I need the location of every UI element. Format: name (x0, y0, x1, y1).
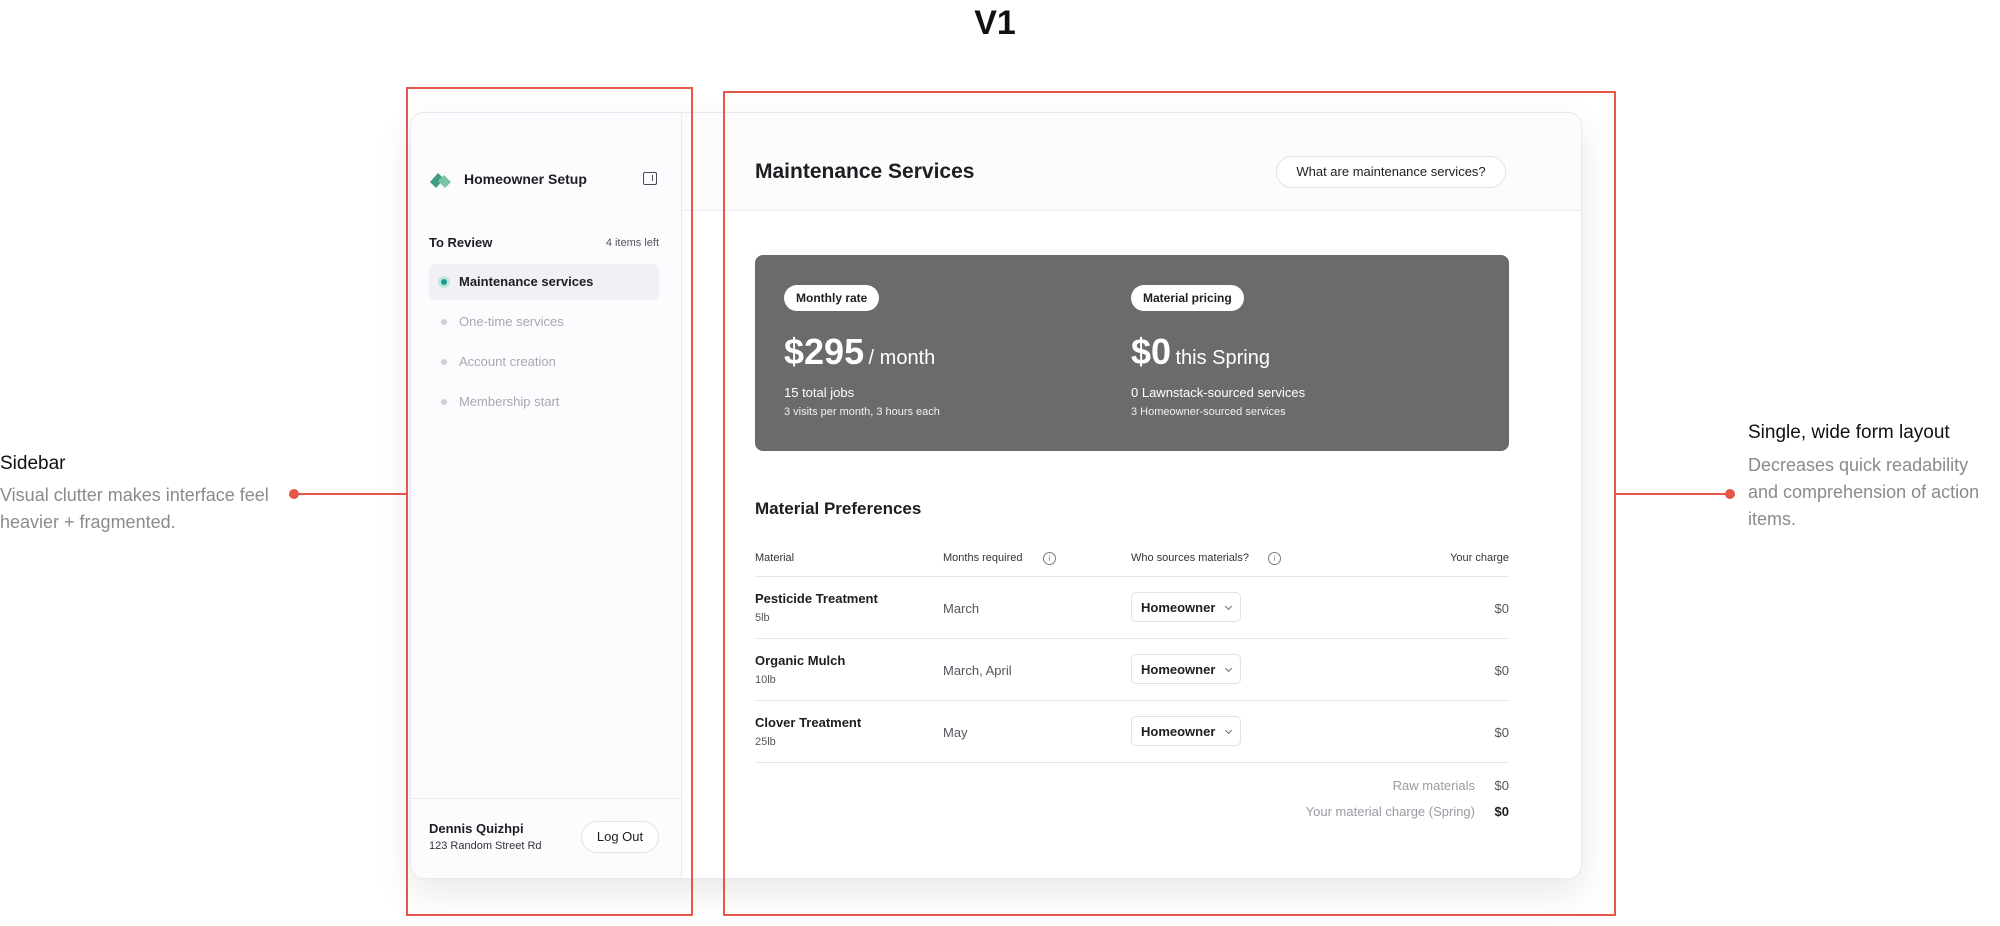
column-header-months: Months required (943, 552, 1023, 564)
section-title: Material Preferences (755, 499, 922, 518)
months-required: March (943, 601, 980, 616)
source-select[interactable]: Homeowner (1131, 716, 1241, 746)
material-name: Clover Treatment (755, 715, 862, 730)
help-button[interactable]: What are maintenance services? (1276, 156, 1506, 188)
material-pricing-unit: this Spring (1175, 347, 1271, 369)
material-pricing-amount-group: $0 this Spring (1131, 331, 1270, 373)
annotation-sidebar-title: Sidebar (0, 453, 66, 474)
table-row: Organic Mulch 10lb March, April Homeowne… (755, 639, 1509, 700)
annotation-layout-title: Single, wide form layout (1748, 422, 1950, 443)
material-sourced-lawnstack: 0 Lawnstack-sourced services (1131, 385, 1306, 400)
table-divider (755, 762, 1509, 763)
annotation-sidebar-body: Visual clutter makes interface feel heav… (0, 485, 269, 532)
annotation-layout-dot (1725, 489, 1735, 499)
main-content: Maintenance Services What are maintenanc… (410, 112, 1580, 877)
table-row: Clover Treatment 25lb May Homeowner $0 (755, 701, 1509, 762)
chevron-down-icon (1224, 664, 1233, 673)
monthly-jobs-total: 15 total jobs (784, 385, 855, 400)
total-value-raw-materials: $0 (1494, 778, 1509, 793)
annotation-layout-connector (1615, 493, 1730, 495)
source-select[interactable]: Homeowner (1131, 592, 1241, 622)
table-row: Pesticide Treatment 5lb March Homeowner … (755, 577, 1509, 638)
source-select[interactable]: Homeowner (1131, 654, 1241, 684)
material-weight: 10lb (755, 674, 776, 686)
column-header-charge: Your charge (1450, 552, 1509, 564)
column-header-material: Material (755, 552, 795, 564)
row-charge: $0 (1494, 663, 1509, 678)
column-header-source: Who sources materials? (1131, 552, 1249, 564)
source-select-value: Homeowner (1141, 600, 1216, 615)
monthly-rate-badge: Monthly rate (784, 285, 880, 311)
chevron-down-icon (1224, 602, 1233, 611)
row-charge: $0 (1494, 725, 1509, 740)
material-weight: 5lb (755, 612, 770, 624)
annotation-sidebar-connector (294, 493, 408, 495)
monthly-rate-amount: $295 (784, 331, 865, 372)
material-pricing-amount: $0 (1131, 331, 1172, 372)
chevron-down-icon (1224, 726, 1233, 735)
monthly-jobs-detail: 3 visits per month, 3 hours each (784, 406, 940, 418)
row-charge: $0 (1494, 601, 1509, 616)
months-required: May (943, 725, 968, 740)
page-title: Maintenance Services (755, 160, 975, 183)
material-sourced-homeowner: 3 Homeowner-sourced services (1131, 406, 1286, 418)
source-info-icon[interactable]: i (1268, 552, 1281, 565)
source-select-value: Homeowner (1141, 662, 1216, 677)
page-heading: V1 (974, 4, 1016, 42)
material-pricing-badge: Material pricing (1131, 285, 1244, 311)
source-select-value: Homeowner (1141, 724, 1216, 739)
summary-card: Monthly rate $295 / month 15 total jobs … (755, 255, 1509, 451)
monthly-rate-unit: / month (868, 347, 936, 369)
months-info-icon[interactable]: i (1043, 552, 1056, 565)
months-required: March, April (943, 663, 1012, 678)
material-name: Organic Mulch (755, 653, 846, 668)
total-label-material-charge: Your material charge (Spring) (1305, 804, 1475, 819)
annotation-layout-body: Decreases quick readability and comprehe… (1748, 455, 1980, 529)
material-weight: 25lb (755, 736, 776, 748)
total-value-material-charge: $0 (1494, 804, 1509, 819)
total-label-raw-materials: Raw materials (1392, 778, 1475, 793)
monthly-rate-amount-group: $295 / month (784, 331, 935, 373)
material-name: Pesticide Treatment (755, 591, 878, 606)
